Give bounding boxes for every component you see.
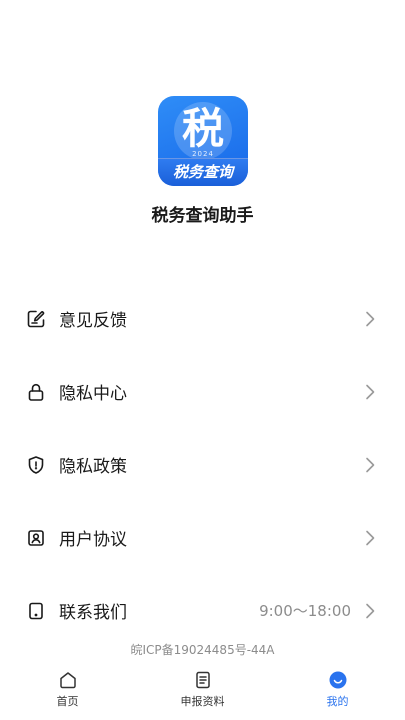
tab-label: 申报资料 (180, 695, 225, 708)
menu-item-user-agreement[interactable]: 用户协议 (0, 501, 405, 574)
menu-item-label: 意见反馈 (59, 311, 127, 331)
document-icon (195, 671, 210, 689)
home-icon (59, 672, 76, 689)
feedback-icon (26, 309, 46, 329)
menu-item-feedback[interactable]: 意见反馈 (0, 282, 405, 355)
logo-label: 税务查询 (172, 163, 233, 181)
tab-mine[interactable]: 我的 (270, 664, 405, 720)
logo-char: 税 (181, 104, 224, 153)
menu-item-privacy-center[interactable]: 隐私中心 (0, 355, 405, 428)
bottom-tab-bar: 首页 申报资料 我的 (0, 664, 405, 720)
tab-label: 首页 (56, 695, 79, 708)
app-logo: 税 2024 税务查询 (158, 96, 248, 186)
chevron-right-icon (366, 457, 375, 472)
app-name: 税务查询助手 (151, 206, 254, 226)
settings-menu: 意见反馈 隐私中心 隐私政策 用户协议 联系我们 9:00～18:00 (0, 282, 405, 647)
menu-item-label: 隐私中心 (59, 384, 127, 404)
shield-icon (26, 455, 46, 475)
lock-icon (26, 382, 46, 402)
chevron-right-icon (366, 603, 375, 618)
chevron-right-icon (366, 384, 375, 399)
menu-item-contact-us[interactable]: 联系我们 9:00～18:00 (0, 574, 405, 647)
menu-item-label: 隐私政策 (59, 457, 127, 477)
tab-label: 我的 (326, 695, 349, 708)
profile-icon (329, 671, 346, 689)
tab-home[interactable]: 首页 (0, 664, 135, 720)
icp-record: 皖ICP备19024485号-44A (130, 643, 275, 657)
menu-item-label: 联系我们 (59, 603, 127, 623)
chevron-right-icon (366, 311, 375, 326)
user-agreement-icon (26, 528, 46, 548)
menu-item-label: 用户协议 (59, 530, 127, 550)
chevron-right-icon (366, 530, 375, 545)
logo-year: 2024 (192, 150, 214, 158)
menu-item-privacy-policy[interactable]: 隐私政策 (0, 428, 405, 501)
contact-hours: 9:00～18:00 (259, 602, 351, 620)
profile-page: 税 2024 税务查询 税务查询助手 意见反馈 隐私中心 隐私政策 用户协议 联… (0, 0, 405, 720)
phone-icon (26, 601, 46, 621)
tab-declaration-materials[interactable]: 申报资料 (135, 664, 270, 720)
